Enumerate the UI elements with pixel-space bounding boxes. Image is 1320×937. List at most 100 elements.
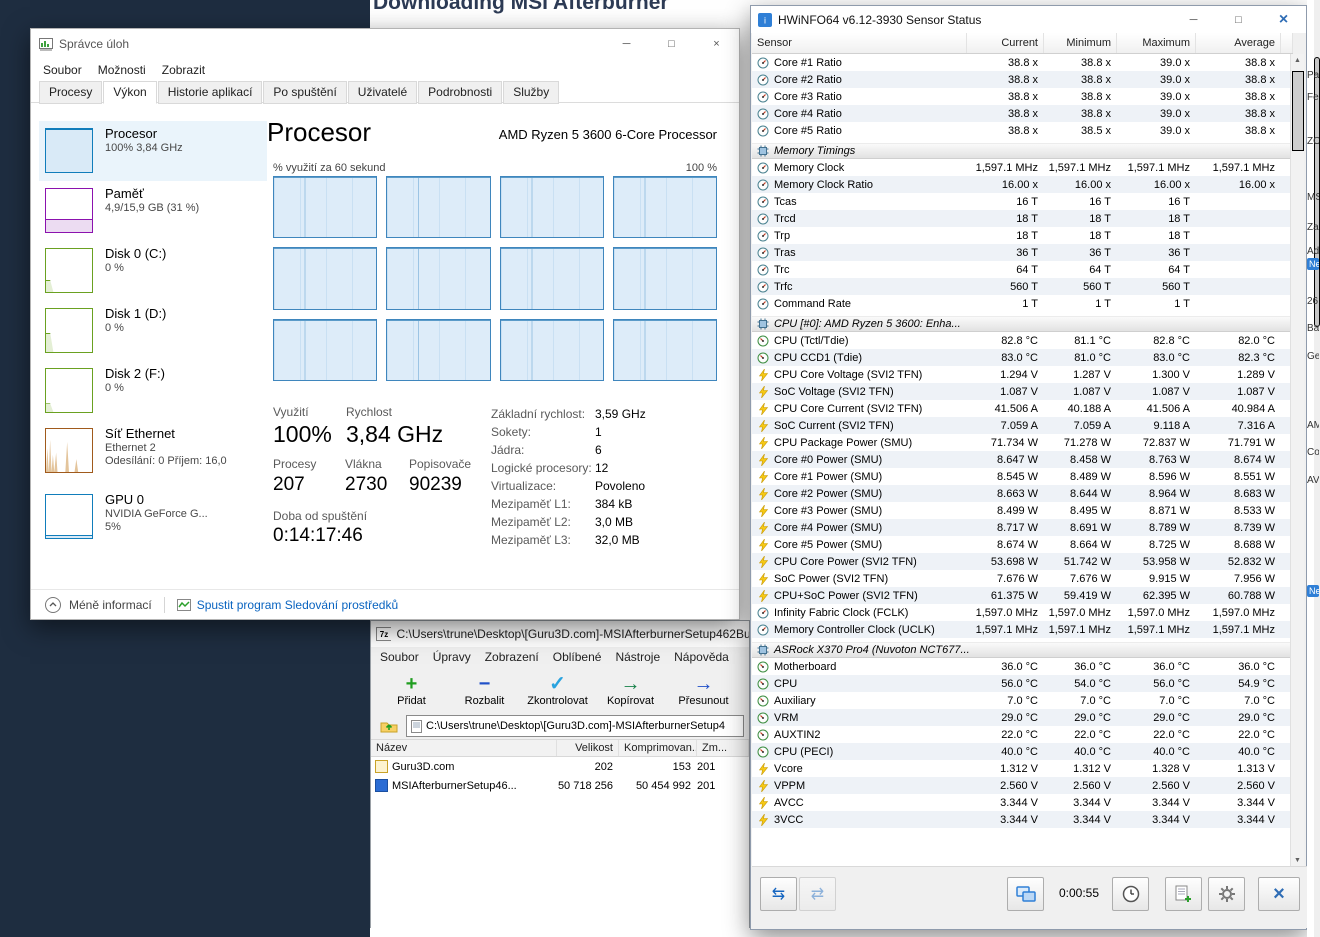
menu-item-n-pov-da[interactable]: Nápověda [667, 648, 736, 666]
tab-historie-aplikac[interactable]: Historie aplikací [158, 81, 263, 104]
sensor-group-header[interactable]: Memory Timings [752, 143, 1293, 159]
close-button[interactable]: × [1261, 6, 1306, 33]
sensor-row[interactable]: Memory Clock1,597.1 MHz1,597.1 MHz1,597.… [752, 159, 1293, 176]
file-row[interactable]: Guru3D.com202153201 [371, 757, 749, 776]
sensor-row[interactable]: Tcas16 T16 T16 T [752, 193, 1293, 210]
sensor-row[interactable]: 3VCC3.344 V3.344 V3.344 V3.344 V [752, 811, 1293, 828]
sensor-row[interactable]: Core #1 Ratio38.8 x38.8 x39.0 x38.8 x [752, 54, 1293, 71]
sensor-row[interactable]: SoC Voltage (SVI2 TFN)1.087 V1.087 V1.08… [752, 383, 1293, 400]
sensor-row[interactable]: Auxiliary7.0 °C7.0 °C7.0 °C7.0 °C [752, 692, 1293, 709]
toolbar-button-p-idat[interactable]: +Přidat [375, 673, 448, 707]
minimize-button[interactable]: ─ [604, 29, 649, 59]
sidebar-item-cpu[interactable]: Procesor100% 3,84 GHz [39, 121, 267, 181]
close-button[interactable]: × [694, 29, 739, 59]
tab-v-kon[interactable]: Výkon [103, 81, 156, 104]
scrollbar-thumb[interactable] [1292, 71, 1304, 151]
sidebar-item-disk1[interactable]: Disk 1 (D:)0 % [39, 301, 267, 361]
sensor-row[interactable]: CPU Core Current (SVI2 TFN)41.506 A40.18… [752, 400, 1293, 417]
sensor-row[interactable]: Core #5 Ratio38.8 x38.5 x39.0 x38.8 x [752, 122, 1293, 139]
folder-up-button[interactable] [376, 715, 402, 737]
toolbar-button-zkontrolovat[interactable]: ✓Zkontrolovat [521, 673, 594, 707]
toolbar-button-kop-rovat[interactable]: →Kopírovat [594, 673, 667, 707]
sevenzip-titlebar[interactable]: 7z C:\Users\trune\Desktop\[Guru3D.com]-M… [371, 621, 749, 647]
column-header-n-zev[interactable]: Název [371, 740, 557, 756]
menu-item-zobrazen[interactable]: Zobrazení [478, 648, 546, 666]
sensor-group-header[interactable]: ASRock X370 Pro4 (Nuvoton NCT677... [752, 642, 1293, 658]
less-info-button[interactable]: Méně informací [69, 598, 152, 612]
clock-button[interactable] [1112, 877, 1149, 911]
tab-u-ivatel[interactable]: Uživatelé [348, 81, 417, 104]
sensor-row[interactable]: Trp18 T18 T18 T [752, 227, 1293, 244]
sensor-row[interactable]: AUXTIN222.0 °C22.0 °C22.0 °C22.0 °C [752, 726, 1293, 743]
column-header-velikost[interactable]: Velikost [557, 740, 619, 756]
menu-item-soubor[interactable]: Soubor [35, 61, 90, 79]
sidebar-item-ethernet[interactable]: Síť EthernetEthernet 2Odesílání: 0 Příje… [39, 421, 267, 487]
resource-monitor-link[interactable]: Spustit program Sledování prostředků [197, 598, 398, 612]
menu-item-soubor[interactable]: Soubor [373, 648, 426, 666]
sensor-row[interactable]: CPU Package Power (SMU)71.734 W71.278 W7… [752, 434, 1293, 451]
sensor-row[interactable]: Core #1 Power (SMU)8.545 W8.489 W8.596 W… [752, 468, 1293, 485]
sensor-row[interactable]: Vcore1.312 V1.312 V1.328 V1.313 V [752, 760, 1293, 777]
nav-back-forward-button[interactable]: ⇆ [760, 877, 797, 911]
column-header-zm[interactable]: Zm... [697, 740, 749, 756]
column-header-current[interactable]: Current [967, 33, 1044, 53]
sensor-group-header[interactable]: CPU [#0]: AMD Ryzen 5 3600: Enha... [752, 316, 1293, 332]
menu-item-zobrazit[interactable]: Zobrazit [154, 61, 213, 79]
sensor-row[interactable]: CPU CCD1 (Tdie)83.0 °C81.0 °C83.0 °C82.3… [752, 349, 1293, 366]
scroll-up-arrow[interactable]: ▲ [1291, 54, 1304, 68]
sensor-row[interactable]: Trcd18 T18 T18 T [752, 210, 1293, 227]
sensor-row[interactable]: CPU56.0 °C54.0 °C56.0 °C54.9 °C [752, 675, 1293, 692]
sensor-row[interactable]: AVCC3.344 V3.344 V3.344 V3.344 V [752, 794, 1293, 811]
task-manager-titlebar[interactable]: Správce úloh ─ □ × [31, 29, 739, 59]
nav-disabled-button[interactable]: ⇄ [799, 877, 836, 911]
menu-item-n-stroje[interactable]: Nástroje [608, 648, 667, 666]
address-input[interactable]: C:\Users\trune\Desktop\[Guru3D.com]-MSIA… [406, 715, 744, 737]
toolbar-button-rozbalit[interactable]: −Rozbalit [448, 673, 521, 707]
tab-slu-by[interactable]: Služby [503, 81, 559, 104]
file-row[interactable]: MSIAfterburnerSetup46...50 718 25650 454… [371, 776, 749, 795]
sensor-row[interactable]: Core #3 Power (SMU)8.499 W8.495 W8.871 W… [752, 502, 1293, 519]
sensor-row[interactable]: Memory Clock Ratio16.00 x16.00 x16.00 x1… [752, 176, 1293, 193]
tab-podrobnosti[interactable]: Podrobnosti [418, 81, 502, 104]
sensors-button[interactable] [1007, 877, 1044, 911]
column-header-maximum[interactable]: Maximum [1117, 33, 1196, 53]
sidebar-item-disk2[interactable]: Disk 2 (F:)0 % [39, 361, 267, 421]
close-sensors-button[interactable]: × [1258, 877, 1300, 911]
column-header-komprimovan[interactable]: Komprimovan... [619, 740, 697, 756]
report-button[interactable] [1165, 877, 1202, 911]
column-header-sensor[interactable]: Sensor [752, 33, 967, 53]
hwinfo-titlebar[interactable]: i HWiNFO64 v6.12-3930 Sensor Status ─ □ … [751, 6, 1306, 33]
sensor-row[interactable]: CPU Core Power (SVI2 TFN)53.698 W51.742 … [752, 553, 1293, 570]
sensor-row[interactable]: CPU (PECI)40.0 °C40.0 °C40.0 °C40.0 °C [752, 743, 1293, 760]
tab-procesy[interactable]: Procesy [39, 81, 102, 104]
settings-button[interactable] [1208, 877, 1245, 911]
sensor-row[interactable]: Core #2 Ratio38.8 x38.8 x39.0 x38.8 x [752, 71, 1293, 88]
sidebar-item-memory[interactable]: Paměť4,9/15,9 GB (31 %) [39, 181, 267, 241]
sensor-row[interactable]: Motherboard36.0 °C36.0 °C36.0 °C36.0 °C [752, 658, 1293, 675]
sensor-row[interactable]: CPU (Tctl/Tdie)82.8 °C81.1 °C82.8 °C82.0… [752, 332, 1293, 349]
sensor-row[interactable]: Core #0 Power (SMU)8.647 W8.458 W8.763 W… [752, 451, 1293, 468]
sensor-row[interactable]: VPPM2.560 V2.560 V2.560 V2.560 V [752, 777, 1293, 794]
toolbar-button-p-esunout[interactable]: →Přesunout [667, 673, 740, 707]
menu-item-obl-ben[interactable]: Oblíbené [546, 648, 609, 666]
sidebar-item-gpu[interactable]: GPU 0NVIDIA GeForce G...5% [39, 487, 267, 553]
minimize-button[interactable]: ─ [1171, 6, 1216, 33]
column-header-minimum[interactable]: Minimum [1044, 33, 1117, 53]
sensor-row[interactable]: Memory Controller Clock (UCLK)1,597.1 MH… [752, 621, 1293, 638]
sensor-row[interactable]: Core #4 Power (SMU)8.717 W8.691 W8.789 W… [752, 519, 1293, 536]
maximize-button[interactable]: □ [1216, 6, 1261, 33]
menu-item-pravy[interactable]: Úpravy [426, 648, 478, 666]
hwinfo-scrollbar[interactable]: ▲ ▼ [1290, 54, 1304, 868]
sensor-row[interactable]: Infinity Fabric Clock (FCLK)1,597.0 MHz1… [752, 604, 1293, 621]
sensor-row[interactable]: SoC Current (SVI2 TFN)7.059 A7.059 A9.11… [752, 417, 1293, 434]
sensor-row[interactable]: Core #3 Ratio38.8 x38.8 x39.0 x38.8 x [752, 88, 1293, 105]
sensor-row[interactable]: VRM29.0 °C29.0 °C29.0 °C29.0 °C [752, 709, 1293, 726]
sensor-row[interactable]: Tras36 T36 T36 T [752, 244, 1293, 261]
sensor-row[interactable]: CPU Core Voltage (SVI2 TFN)1.294 V1.287 … [752, 366, 1293, 383]
sensor-row[interactable]: Trfc560 T560 T560 T [752, 278, 1293, 295]
column-header-average[interactable]: Average [1196, 33, 1281, 53]
sensor-row[interactable]: CPU+SoC Power (SVI2 TFN)61.375 W59.419 W… [752, 587, 1293, 604]
sensor-row[interactable]: Core #5 Power (SMU)8.674 W8.664 W8.725 W… [752, 536, 1293, 553]
sensor-row[interactable]: Trc64 T64 T64 T [752, 261, 1293, 278]
sidebar-item-disk0[interactable]: Disk 0 (C:)0 % [39, 241, 267, 301]
